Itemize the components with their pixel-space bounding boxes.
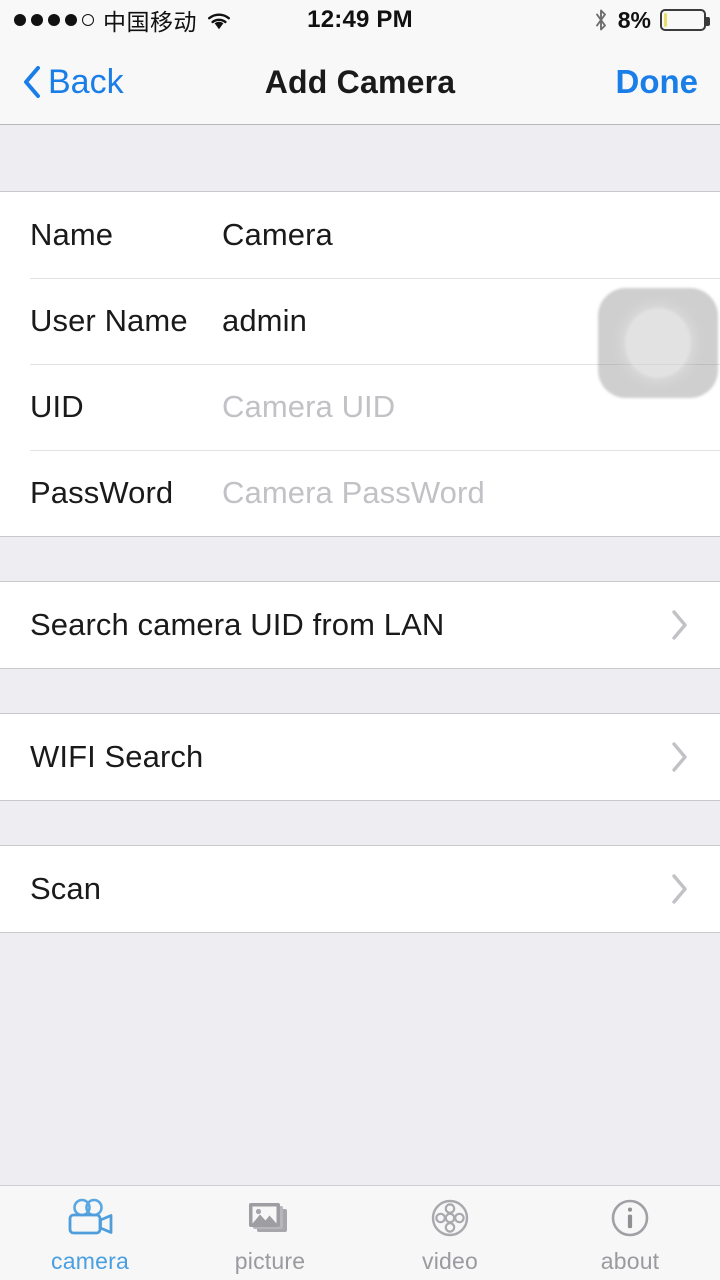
carrier-name: 中国移动 — [103, 9, 197, 35]
row-label: PassWord — [30, 475, 174, 510]
done-button[interactable]: Done — [455, 63, 699, 101]
status-bar-center: 12:49 PM — [307, 6, 413, 34]
search-camera-uid-from-lan-row[interactable]: Search camera UID from LAN — [0, 582, 720, 668]
signal-dot — [31, 14, 43, 26]
search-lan-section: Search camera UID from LAN — [0, 581, 720, 669]
row-label: User Name — [30, 303, 188, 338]
tab-label: camera — [51, 1247, 129, 1274]
section-gap — [0, 537, 720, 581]
settings-content: Name Camera User Name admin UID Camera U… — [0, 125, 720, 1185]
wifi-search-section: WIFI Search — [0, 713, 720, 801]
photo-stack-icon — [242, 1196, 298, 1242]
row-label: Search camera UID from LAN — [30, 607, 445, 642]
wifi-icon — [206, 11, 232, 30]
tab-label: picture — [234, 1247, 306, 1274]
tab-label: video — [422, 1247, 478, 1274]
row-label: UID — [30, 389, 84, 424]
scan-row[interactable]: Scan — [0, 846, 720, 932]
chevron-right-icon — [668, 871, 690, 907]
tab-bar: camera picture video about — [0, 1185, 720, 1280]
status-bar-left: 中国移动 — [14, 3, 307, 37]
wifi-search-row[interactable]: WIFI Search — [0, 714, 720, 800]
assistive-touch-ring — [625, 308, 691, 378]
tab-picture[interactable]: picture — [180, 1186, 360, 1280]
name-input[interactable]: Camera — [222, 217, 333, 253]
back-button-label: Back — [48, 62, 124, 101]
section-gap — [0, 125, 720, 191]
status-bar-right: 8% — [413, 6, 710, 34]
signal-dot — [65, 14, 77, 26]
bluetooth-icon — [593, 8, 609, 32]
section-gap — [0, 669, 720, 713]
tab-camera[interactable]: camera — [0, 1186, 180, 1280]
status-bar-clock: 12:49 PM — [307, 6, 413, 33]
tab-about[interactable]: about — [540, 1186, 720, 1280]
navigation-bar: Back Add Camera Done — [0, 40, 720, 125]
table-row[interactable]: PassWord Camera PassWord — [0, 450, 720, 536]
battery-icon — [660, 9, 710, 31]
signal-strength-dots — [14, 14, 94, 26]
signal-dot — [14, 14, 26, 26]
tab-video[interactable]: video — [360, 1186, 540, 1280]
film-reel-icon — [422, 1196, 478, 1242]
phone-screen: 中国移动 12:49 PM 8% Back Add Camera Done Na… — [0, 0, 720, 1280]
row-label: WIFI Search — [30, 739, 204, 774]
chevron-right-icon — [668, 739, 690, 775]
signal-dot — [48, 14, 60, 26]
section-gap — [0, 801, 720, 845]
info-circle-icon — [602, 1196, 658, 1242]
tab-label: about — [600, 1247, 660, 1274]
password-input[interactable]: Camera PassWord — [222, 475, 485, 511]
chevron-left-icon — [22, 65, 42, 99]
movie-camera-icon — [62, 1196, 118, 1242]
chevron-right-icon — [668, 607, 690, 643]
back-button[interactable]: Back — [22, 63, 265, 102]
battery-percent-label: 8% — [617, 6, 651, 33]
page-title: Add Camera — [264, 63, 456, 100]
row-label: Name — [30, 217, 114, 252]
row-label: Scan — [30, 871, 102, 906]
signal-dot-empty — [82, 14, 94, 26]
uid-input[interactable]: Camera UID — [222, 389, 395, 425]
scan-section: Scan — [0, 845, 720, 933]
table-row[interactable]: Name Camera — [0, 192, 720, 278]
status-bar: 中国移动 12:49 PM 8% — [0, 0, 720, 40]
assistive-touch-icon[interactable] — [598, 288, 718, 398]
username-input[interactable]: admin — [222, 303, 307, 339]
